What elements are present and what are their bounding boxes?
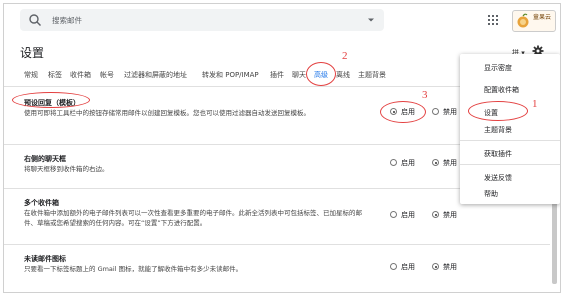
tab-forwarding[interactable]: 转发和 POP/IMAP (202, 70, 259, 80)
section-title-multiple-inboxes: 多个收件箱 (24, 199, 59, 207)
templates-disable-label: 禁用 (443, 108, 457, 116)
unread-icon-enable-radio[interactable] (390, 263, 397, 270)
unread-icon-disable-label: 禁用 (443, 263, 457, 271)
menu-divider (460, 164, 560, 165)
annotation-number-3: 3 (422, 89, 428, 101)
tab-addons[interactable]: 插件 (270, 70, 284, 80)
section-title-right-chat: 右侧的聊天框 (24, 155, 66, 163)
tab-general[interactable]: 常规 (24, 70, 38, 80)
section-desc-unread-icon: 只要看一下标签标题上的 Gmail 图标，就能了解收件箱中有多少未读邮件。 (24, 265, 243, 273)
page-title: 设置 (20, 46, 45, 60)
brand-name: 童果云 (533, 14, 552, 21)
brand-logo-icon (517, 13, 529, 28)
right-chat-enable-radio[interactable] (390, 159, 397, 166)
apps-grid-icon[interactable] (488, 15, 498, 25)
tab-accounts[interactable]: 帐号 (100, 70, 114, 80)
tab-themes[interactable]: 主题背景 (358, 70, 386, 80)
section-divider (4, 244, 550, 245)
menu-item-help[interactable]: 帮助 (484, 189, 498, 199)
tab-labels[interactable]: 标签 (48, 70, 62, 80)
tab-chat[interactable]: 聊天 (292, 70, 306, 80)
search-icon (29, 14, 41, 26)
search-box[interactable]: 搜索邮件 (20, 9, 384, 31)
multi-inbox-disable-radio[interactable] (432, 211, 439, 218)
menu-item-send-feedback[interactable]: 发送反馈 (484, 173, 512, 183)
brand-logo[interactable]: 童果云 (512, 10, 556, 32)
section-desc-templates: 使用可即将工具栏中的按钮存储常用邮件以创建回复模板。您也可以使用过滤器自动发送回… (24, 109, 310, 117)
annotation-circle-advanced-tab (306, 62, 336, 86)
annotation-circle-enable (380, 101, 426, 123)
unread-icon-disable-radio[interactable] (432, 263, 439, 270)
menu-item-configure-inbox[interactable]: 配置收件箱 (484, 85, 519, 95)
menu-item-density[interactable]: 显示密度 (484, 63, 512, 73)
section-desc-right-chat: 将聊天框移到收件箱的右边。 (24, 165, 109, 173)
section-title-unread-icon: 未读邮件图标 (24, 255, 66, 263)
gmail-window: 搜索邮件 童果云 设置 拼 ▾ 常规 标签 收件箱 帐号 过滤器和屏蔽的地址 转… (3, 3, 561, 293)
settings-menu: 显示密度 配置收件箱 设置 主题背景 获取插件 发送反馈 帮助 (460, 54, 560, 204)
templates-disable-radio[interactable] (432, 108, 439, 115)
annotation-number-2: 2 (342, 50, 348, 62)
menu-item-get-addons[interactable]: 获取插件 (484, 149, 512, 159)
annotation-circle-templates (12, 92, 90, 108)
search-placeholder: 搜索邮件 (52, 16, 82, 25)
annotation-circle-settings-item (468, 101, 528, 121)
tab-offline[interactable]: 离线 (336, 70, 350, 80)
right-chat-disable-label: 禁用 (443, 159, 457, 167)
search-options-icon[interactable] (366, 15, 376, 25)
unread-icon-enable-label: 启用 (401, 263, 415, 271)
tab-inbox[interactable]: 收件箱 (70, 70, 91, 80)
tab-filters[interactable]: 过滤器和屏蔽的地址 (124, 70, 187, 80)
top-bar: 搜索邮件 童果云 (4, 4, 560, 34)
multi-inbox-enable-label: 启用 (401, 211, 415, 219)
menu-divider (460, 140, 560, 141)
multi-inbox-disable-label: 禁用 (443, 211, 457, 219)
menu-item-themes[interactable]: 主题背景 (484, 125, 512, 135)
right-chat-enable-label: 启用 (401, 159, 415, 167)
multi-inbox-enable-radio[interactable] (390, 211, 397, 218)
annotation-number-1: 1 (532, 98, 538, 110)
right-chat-disable-radio[interactable] (432, 159, 439, 166)
section-desc-multiple-inboxes: 在收件箱中添加额外的电子邮件列表可以一次性查看更多重要的电子邮件。此新全活列表中… (24, 209, 362, 227)
